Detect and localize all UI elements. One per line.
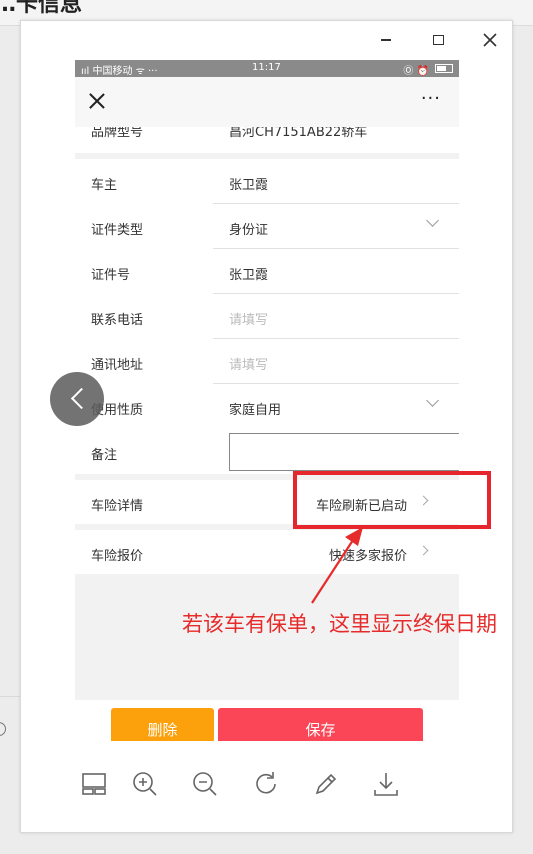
rotate-icon[interactable]: [252, 770, 280, 798]
edit-icon[interactable]: [312, 770, 340, 798]
layout-icon[interactable]: [80, 770, 108, 798]
zoom-in-icon[interactable]: [131, 770, 159, 798]
annotation-arrow: [311, 527, 363, 604]
zoom-out-icon[interactable]: [191, 770, 219, 798]
annotation-note: 若该车有保单，这里显示终保日期: [182, 612, 497, 636]
download-icon[interactable]: [372, 770, 400, 798]
viewer-toolbar: [20, 760, 513, 810]
